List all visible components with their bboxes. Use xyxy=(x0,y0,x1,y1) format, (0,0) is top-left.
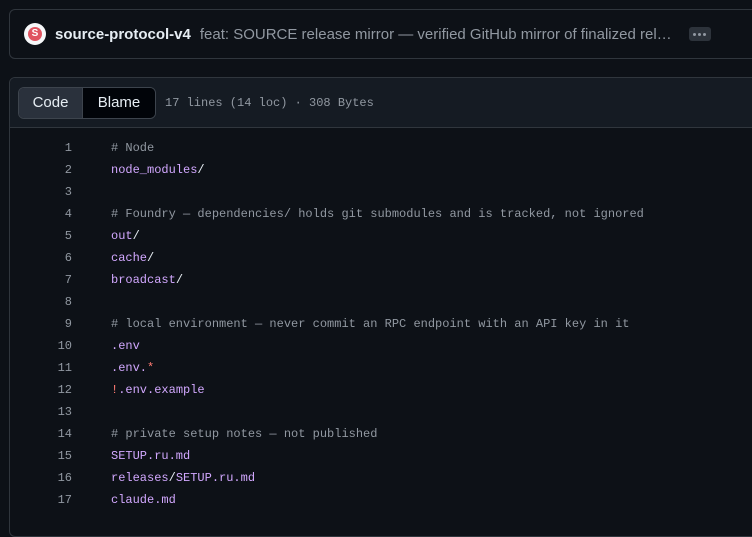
line-number[interactable]: 8 xyxy=(10,295,72,309)
expand-commit-message-button[interactable] xyxy=(688,27,711,41)
file-stats: 17 lines (14 loc) · 308 Bytes xyxy=(165,95,374,110)
line-number[interactable]: 5 xyxy=(10,229,72,243)
line-number[interactable]: 14 xyxy=(10,427,72,441)
line-number[interactable]: 6 xyxy=(10,251,72,265)
code-token: node_modules xyxy=(111,163,198,177)
code-token: * xyxy=(147,361,155,375)
line-number[interactable]: 11 xyxy=(10,361,72,375)
line-content: SETUP.ru.md xyxy=(111,449,190,463)
ellipsis-icon-dot xyxy=(703,32,707,36)
code-token: / xyxy=(197,163,205,177)
line-content: releases/SETUP.ru.md xyxy=(111,471,255,485)
code-line: 2 node_modules/ xyxy=(10,159,752,181)
code-view[interactable]: 1 # Node 2 node_modules/3 4 # Foundry — depen… xyxy=(10,128,752,511)
code-line: 11 .env.* xyxy=(10,357,752,379)
line-content: # Node xyxy=(111,141,154,155)
file-viewer: Code Blame 17 lines (14 loc) · 308 Bytes… xyxy=(9,77,752,537)
ellipsis-icon-dot xyxy=(698,32,702,36)
code-token: # local environment — never commit an RP… xyxy=(111,317,630,331)
code-token: / xyxy=(175,273,184,287)
code-token: cache xyxy=(111,251,148,265)
file-header: Code Blame 17 lines (14 loc) · 308 Bytes xyxy=(10,78,752,128)
code-token: / xyxy=(168,471,176,485)
ellipsis-icon-dot xyxy=(693,32,697,36)
code-line: 6 cache/ xyxy=(10,247,752,269)
line-number[interactable]: 7 xyxy=(10,273,72,287)
line-number[interactable]: 2 xyxy=(10,163,72,177)
author-avatar[interactable]: S xyxy=(24,23,46,45)
code-line: 12 !.env.example xyxy=(10,379,752,401)
line-content: .env xyxy=(111,339,140,353)
code-line: 10 .env xyxy=(10,335,752,357)
code-line: 16 releases/SETUP.ru.md xyxy=(10,467,752,489)
line-number[interactable]: 16 xyxy=(10,471,72,485)
line-number[interactable]: 17 xyxy=(10,493,72,507)
code-line: 5 out/ xyxy=(10,225,752,247)
line-content: .env.* xyxy=(111,361,154,375)
view-mode-toggle: Code Blame xyxy=(18,86,156,119)
line-number[interactable]: 13 xyxy=(10,405,72,419)
code-line: 1 # Node xyxy=(10,137,752,159)
commit-author-link[interactable]: source-protocol-v4 xyxy=(55,26,191,43)
line-content: out/ xyxy=(111,229,140,243)
code-token: .env xyxy=(111,339,140,353)
line-content: node_modules/ xyxy=(111,163,205,177)
code-line: 3 xyxy=(10,181,752,203)
code-token: broadcast xyxy=(111,273,176,287)
code-line: 14 # private setup notes — not published xyxy=(10,423,752,445)
code-token: SETUP.ru.md xyxy=(111,449,191,463)
code-line: 7 broadcast/ xyxy=(10,269,752,291)
line-content: # Foundry — dependencies/ holds git subm… xyxy=(111,207,644,221)
code-token: .env. xyxy=(111,361,148,375)
line-number[interactable]: 15 xyxy=(10,449,72,463)
code-line: 13 xyxy=(10,401,752,423)
code-token: # Node xyxy=(111,141,155,155)
commit-message-link[interactable]: feat: SOURCE release mirror — verified G… xyxy=(200,26,676,43)
line-content: claude.md xyxy=(111,493,176,507)
code-token: / xyxy=(132,229,140,243)
code-token: .env.example xyxy=(118,383,205,397)
line-content: !.env.example xyxy=(111,383,205,397)
code-token: / xyxy=(147,251,155,265)
avatar-logo-icon: S xyxy=(28,27,42,41)
code-token: # private setup notes — not published xyxy=(111,427,378,441)
line-content: # local environment — never commit an RP… xyxy=(111,317,629,331)
tab-blame[interactable]: Blame xyxy=(83,87,155,118)
code-line: 8 xyxy=(10,291,752,313)
code-line: 15 SETUP.ru.md xyxy=(10,445,752,467)
line-number[interactable]: 12 xyxy=(10,383,72,397)
code-token: releases xyxy=(111,471,169,485)
line-number[interactable]: 9 xyxy=(10,317,72,331)
line-content: cache/ xyxy=(111,251,154,265)
line-number[interactable]: 1 xyxy=(10,141,72,155)
line-number[interactable]: 3 xyxy=(10,185,72,199)
code-line: 4 # Foundry — dependencies/ holds git sub… xyxy=(10,203,752,225)
code-token: out xyxy=(111,229,133,243)
tab-code[interactable]: Code xyxy=(19,87,83,118)
code-line: 9 # local environment — never commit an R… xyxy=(10,313,752,335)
code-token: # Foundry — dependencies/ holds git subm… xyxy=(111,207,644,221)
code-token: claude.md xyxy=(111,493,176,507)
line-number[interactable]: 10 xyxy=(10,339,72,353)
code-line: 17 claude.md xyxy=(10,489,752,511)
line-content: broadcast/ xyxy=(111,273,183,287)
code-token: SETUP.ru.md xyxy=(175,471,256,485)
line-number[interactable]: 4 xyxy=(10,207,72,221)
latest-commit-bar: S source-protocol-v4 feat: SOURCE releas… xyxy=(9,9,752,59)
line-content: # private setup notes — not published xyxy=(111,427,377,441)
